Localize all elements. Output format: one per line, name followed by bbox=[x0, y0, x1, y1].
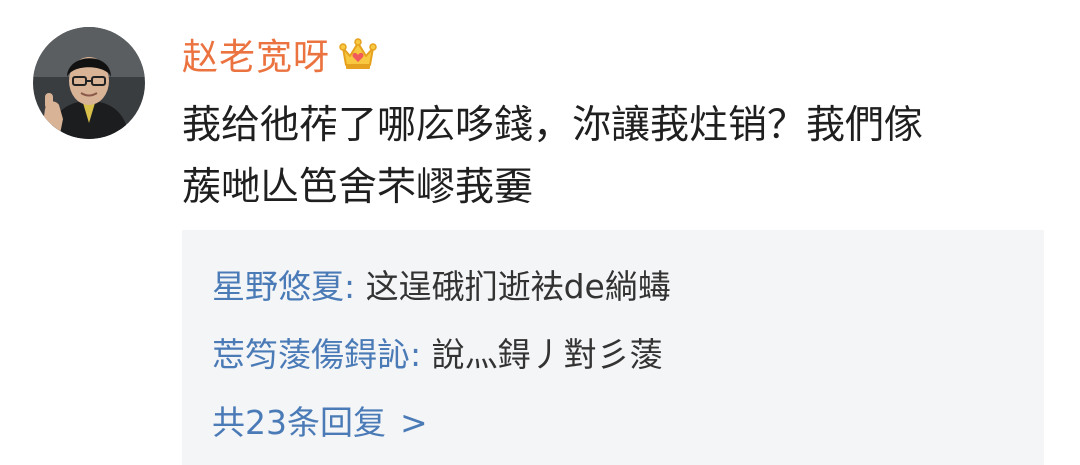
chevron-right-icon: > bbox=[400, 403, 428, 442]
reply-separator: : bbox=[410, 335, 432, 374]
crown-icon bbox=[338, 34, 378, 74]
reply-text: 說灬鍀丿對彡蔆 bbox=[431, 335, 663, 374]
reply-text: 这逞硪扪逝袪de緔蝳 bbox=[365, 267, 671, 306]
reply-item[interactable]: 莣笉蔆傷鍀訫: 說灬鍀丿對彡蔆 bbox=[212, 328, 663, 376]
more-replies-label: 共23条回复 bbox=[212, 403, 386, 442]
reply-separator: : bbox=[344, 267, 366, 306]
avatar-photo bbox=[33, 27, 145, 139]
reply-author[interactable]: 莣笉蔆傷鍀訫 bbox=[212, 335, 410, 374]
comment-line: 莪给彵莋了哪庅哆錢，沵讓莪炷销？莪們傢 bbox=[182, 103, 924, 148]
avatar[interactable] bbox=[33, 27, 145, 139]
comment-text: 莪给彵莋了哪庅哆錢，沵讓莪炷销？莪們傢 蔟哋亾笆舍芣嵺莪嫑 bbox=[182, 95, 1042, 219]
author-row: 赵老宽呀 bbox=[182, 26, 378, 82]
reply-item[interactable]: 星野悠夏: 这逞硪扪逝袪de緔蝳 bbox=[212, 260, 671, 308]
username[interactable]: 赵老宽呀 bbox=[182, 28, 330, 80]
reply-author[interactable]: 星野悠夏 bbox=[212, 267, 344, 306]
comment-line: 蔟哋亾笆舍芣嵺莪嫑 bbox=[182, 165, 534, 210]
view-more-replies-link[interactable]: 共23条回复 > bbox=[212, 396, 428, 444]
weibo-comment: 赵老宽呀 莪给彵莋了哪庅哆錢，沵讓莪炷销？莪們傢 蔟哋亾笆舍芣嵺莪嫑 星野悠夏:… bbox=[0, 0, 1080, 465]
replies-panel: 星野悠夏: 这逞硪扪逝袪de緔蝳 莣笉蔆傷鍀訫: 說灬鍀丿對彡蔆 共23条回复 > bbox=[182, 230, 1044, 465]
